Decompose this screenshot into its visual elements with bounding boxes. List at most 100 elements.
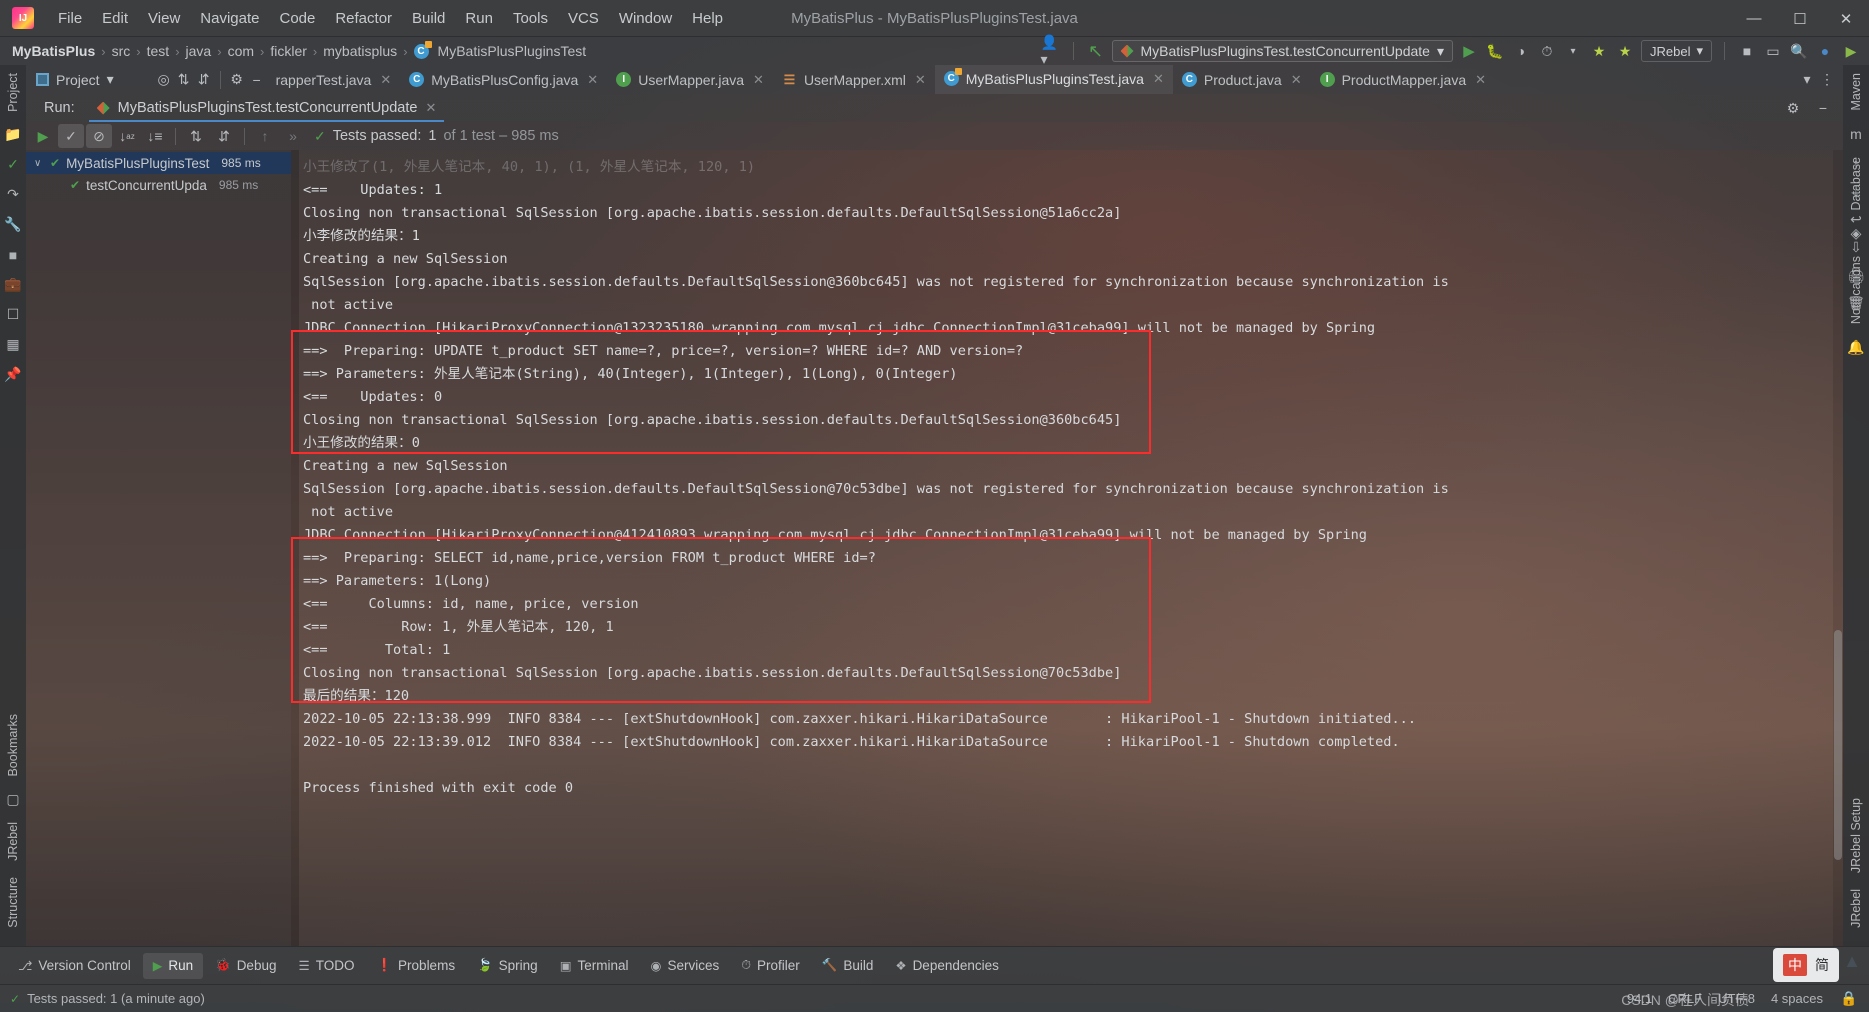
breadcrumb-item-3[interactable]: java	[182, 43, 216, 59]
close-icon[interactable]: ✕	[1475, 72, 1486, 88]
expand-all-icon[interactable]: ⇅	[174, 70, 194, 90]
bottom-bar-item-services[interactable]: ◉ Services	[641, 953, 730, 979]
run-session-tab[interactable]: MyBatisPlusPluginsTest.testConcurrentUpd…	[88, 94, 445, 122]
print-icon[interactable]: 🖨	[1844, 262, 1868, 288]
run-configuration-selector[interactable]: MyBatisPlusPluginsTest.testConcurrentUpd…	[1111, 40, 1453, 62]
close-icon[interactable]: ✕	[753, 72, 764, 88]
tab-list-chevron-icon[interactable]: ▾	[1797, 70, 1817, 90]
scroll-up-icon[interactable]: ↑	[1844, 150, 1868, 176]
lock-icon[interactable]: 🔒	[1839, 989, 1859, 1009]
profiler-icon[interactable]: ⏱	[1537, 41, 1557, 61]
editor-tab-rappertest-java[interactable]: rapperTest.java ✕	[267, 65, 401, 94]
export-icon[interactable]: ⇩	[1844, 234, 1868, 260]
breadcrumb-item-2[interactable]: test	[143, 43, 174, 59]
breadcrumb-item-4[interactable]: com	[224, 43, 258, 59]
hide-window-icon[interactable]: −	[1813, 98, 1833, 118]
bottom-bar-item-todo[interactable]: ☰ TODO	[288, 953, 364, 979]
menu-item-build[interactable]: Build	[402, 8, 455, 29]
sidebar-item-structure[interactable]: Structure	[6, 869, 20, 936]
maximize-button[interactable]: ☐	[1777, 0, 1823, 37]
debug-icon[interactable]: 🐛	[1485, 41, 1505, 61]
menu-item-navigate[interactable]: Navigate	[190, 8, 269, 29]
clear-all-icon[interactable]: 🗑	[1844, 290, 1868, 316]
jrebel-debug-icon[interactable]: ★	[1615, 41, 1635, 61]
breadcrumb-item-0[interactable]: MyBatisPlus	[0, 43, 99, 59]
collapse-all-icon[interactable]: ⇵	[211, 124, 237, 148]
sidebar-item-jrebel[interactable]: JRebel	[6, 814, 20, 869]
updates-icon[interactable]: ▶	[1841, 41, 1861, 61]
show-passed-icon[interactable]: ✓	[58, 124, 84, 148]
profiler-caret-icon[interactable]: ▾	[1563, 41, 1583, 61]
settings-gear-icon[interactable]: ⚙	[1783, 98, 1803, 118]
menu-item-help[interactable]: Help	[682, 8, 733, 29]
test-tree-row[interactable]: ∨ ✔ MyBatisPlusPluginsTest 985 ms	[26, 152, 291, 174]
close-icon[interactable]: ✕	[587, 72, 598, 88]
next-test-icon[interactable]: »	[280, 124, 306, 148]
hide-icon[interactable]: ▭	[1763, 41, 1783, 61]
menu-item-window[interactable]: Window	[609, 8, 682, 29]
close-icon[interactable]: ✕	[1291, 72, 1302, 88]
favorites-pin-icon[interactable]: 📌	[0, 360, 26, 390]
menu-item-tools[interactable]: Tools	[503, 8, 558, 29]
soft-wrap-icon[interactable]: ↩	[1844, 206, 1868, 232]
jrebel-selector[interactable]: JRebel ▾	[1641, 40, 1712, 62]
project-folder-icon[interactable]: 📁	[0, 120, 26, 150]
bottom-bar-item-version-control[interactable]: ⎇ Version Control	[8, 953, 141, 979]
bottom-bar-item-run[interactable]: ▶ Run	[142, 952, 204, 979]
sort-by-duration-icon[interactable]: ↓≡	[142, 124, 168, 148]
menu-item-code[interactable]: Code	[269, 8, 325, 29]
minimize-button[interactable]: —	[1731, 0, 1777, 37]
breadcrumb-item-7[interactable]: MyBatisPlusPluginsTest	[434, 43, 591, 59]
breadcrumb-item-1[interactable]: src	[108, 43, 135, 59]
sidebar-item-project[interactable]: Project	[6, 65, 20, 120]
run-icon[interactable]: ▶	[1459, 41, 1479, 61]
todo-icon[interactable]: ☐	[0, 300, 26, 330]
project-tool-button[interactable]: Project ▾	[26, 71, 124, 88]
close-icon[interactable]: ✕	[1153, 71, 1164, 87]
locate-icon[interactable]: ◎	[154, 70, 174, 90]
structure-grid-icon[interactable]: ▦	[0, 330, 26, 360]
bottom-bar-item-terminal[interactable]: ▣ Terminal	[550, 953, 639, 979]
editor-tab-product-java[interactable]: C Product.java ✕	[1173, 65, 1311, 94]
bottom-bar-item-spring[interactable]: 🍃 Spring	[467, 953, 548, 979]
menu-item-vcs[interactable]: VCS	[558, 8, 609, 29]
bottom-bar-item-debug[interactable]: 🐞 Debug	[205, 953, 286, 979]
editor-tab-mybatisplusconfig-java[interactable]: C MyBatisPlusConfig.java ✕	[400, 65, 607, 94]
services-icon[interactable]: 💼	[0, 270, 26, 300]
tab-options-icon[interactable]: ⋮	[1817, 70, 1837, 90]
bookmark-icon[interactable]: ▢	[0, 784, 26, 814]
hide-icon[interactable]: −	[247, 70, 267, 90]
scroll-down-icon[interactable]: ↓	[1844, 178, 1868, 204]
settings-gear-icon[interactable]: ⚙	[227, 70, 247, 90]
hide-ignored-icon[interactable]: ⊘	[86, 124, 112, 148]
breadcrumb-item-5[interactable]: fickler	[266, 43, 311, 59]
menu-item-edit[interactable]: Edit	[92, 8, 138, 29]
commit-icon[interactable]: ✓	[0, 150, 26, 180]
test-tree-row[interactable]: ✔ testConcurrentUpda 985 ms	[26, 174, 291, 196]
console-scrollbar-thumb[interactable]	[1834, 630, 1842, 860]
editor-tab-usermapper-xml[interactable]: ☰ UserMapper.xml ✕	[773, 65, 935, 94]
previous-test-icon[interactable]: ↑	[252, 124, 278, 148]
stop-square-icon[interactable]: ■	[0, 240, 26, 270]
test-results-tree[interactable]: ∨ ✔ MyBatisPlusPluginsTest 985 ms ✔ testConcu…	[26, 150, 291, 946]
collapse-all-icon[interactable]: ⇵	[194, 70, 214, 90]
account-icon[interactable]: 👤▾	[1041, 34, 1061, 67]
editor-tab-mybatispluspluginstest-java[interactable]: C MyBatisPlusPluginsTest.java ✕	[934, 65, 1173, 94]
run-with-coverage-icon[interactable]: ◑	[1511, 41, 1531, 61]
close-icon[interactable]: ✕	[425, 100, 436, 116]
build-tool-icon[interactable]: 🔧	[0, 210, 26, 240]
bottom-bar-item-dependencies[interactable]: ❖ Dependencies	[885, 953, 1009, 979]
bottom-bar-item-profiler[interactable]: ⏱ Profiler	[731, 953, 810, 979]
update-project-icon[interactable]: ↖	[1086, 41, 1106, 61]
stop-icon[interactable]: ■	[1737, 41, 1757, 61]
jrebel-run-icon[interactable]: ★	[1589, 41, 1609, 61]
account-avatar-icon[interactable]: ●	[1815, 41, 1835, 61]
console-scrollbar[interactable]	[1833, 150, 1843, 946]
menu-item-refactor[interactable]: Refactor	[325, 8, 402, 29]
pull-requests-icon[interactable]: ↷	[0, 180, 26, 210]
chevron-down-icon[interactable]: ∨	[34, 158, 44, 169]
close-button[interactable]: ✕	[1823, 0, 1869, 37]
indent-setting[interactable]: 4 spaces	[1771, 991, 1823, 1006]
menu-item-file[interactable]: File	[48, 8, 92, 29]
menu-item-view[interactable]: View	[138, 8, 190, 29]
